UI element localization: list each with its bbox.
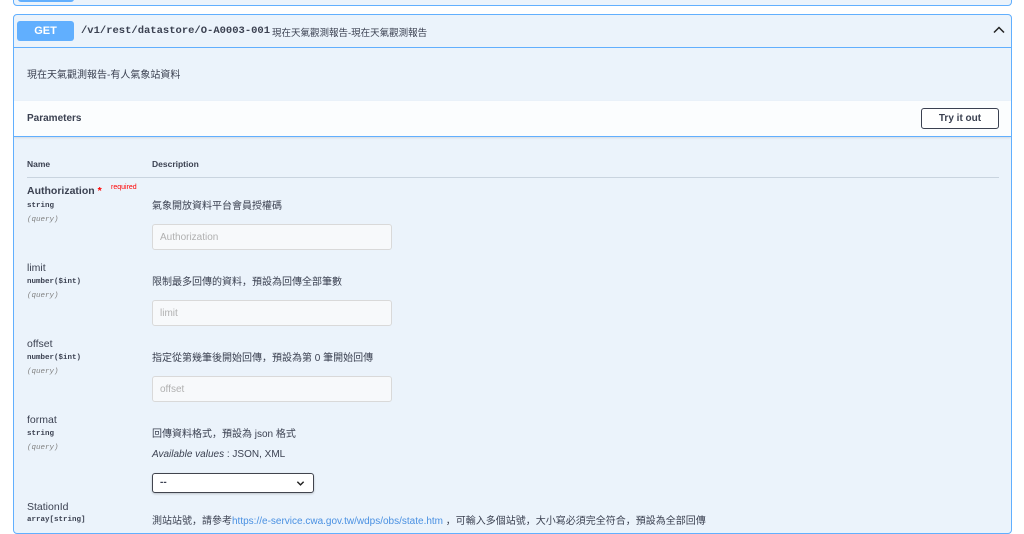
station-list-link[interactable]: https://e-service.cwa.gov.tw/wdps/obs/st…	[232, 516, 443, 527]
column-header-description: Description	[152, 159, 199, 169]
operation-block: GET /v1/rest/datastore/O-A0003-001 現在天氣觀…	[13, 14, 1012, 534]
offset-input[interactable]: offset	[152, 376, 392, 402]
column-header-name: Name	[27, 159, 51, 169]
format-select-value: --	[160, 477, 167, 488]
chevron-down-icon	[296, 481, 305, 486]
param-name-limit: limit	[27, 262, 46, 274]
operation-summary[interactable]: GET /v1/rest/datastore/O-A0003-001 現在天氣觀…	[14, 15, 1011, 48]
limit-input[interactable]: limit	[152, 300, 392, 326]
param-in-offset: (query)	[27, 368, 59, 376]
param-in-format: (query)	[27, 444, 59, 452]
operation-summary-text: 現在天氣觀測報告-現在天氣觀測報告	[272, 28, 428, 39]
param-desc-offset: 指定從第幾筆後開始回傳，預設為第 0 筆開始回傳	[152, 353, 374, 364]
param-type-format: string	[27, 430, 55, 438]
chevron-up-icon[interactable]	[991, 22, 1007, 38]
header-divider	[27, 177, 999, 178]
param-name-format: format	[27, 414, 57, 426]
param-type-limit: number($int)	[27, 278, 82, 286]
previous-operation-block[interactable]	[13, 0, 1012, 6]
param-type-authorization: string	[27, 202, 55, 210]
operation-path: /v1/rest/datastore/O-A0003-001	[81, 25, 271, 37]
parameters-header: Parameters Try it out	[14, 101, 1011, 137]
param-in-limit: (query)	[27, 292, 59, 300]
operation-description: 現在天氣觀測報告-有人氣象站資料	[27, 70, 181, 81]
required-label: required	[111, 184, 137, 191]
param-desc-stationid: 測站站號，請參考https://e-service.cwa.gov.tw/wdp…	[152, 516, 706, 527]
required-star: *	[97, 185, 102, 197]
param-desc-format: 回傳資料格式，預設為 json 格式	[152, 429, 296, 440]
param-desc-authorization: 氣象開放資料平台會員授權碼	[152, 201, 282, 212]
method-badge: GET	[17, 21, 74, 41]
param-desc-limit: 限制最多回傳的資料，預設為回傳全部筆數	[152, 277, 342, 288]
available-values: Available values : JSON, XML	[152, 449, 286, 460]
authorization-input[interactable]: Authorization	[152, 224, 392, 250]
param-name-stationid: StationId	[27, 501, 69, 513]
param-name-offset: offset	[27, 338, 53, 350]
parameters-title: Parameters	[27, 113, 82, 124]
param-name-authorization: Authorization *	[27, 185, 102, 197]
try-it-out-button[interactable]: Try it out	[921, 108, 999, 129]
previous-method-badge	[18, 0, 74, 2]
param-in-authorization: (query)	[27, 216, 59, 224]
format-select[interactable]: --	[152, 473, 314, 493]
param-type-offset: number($int)	[27, 354, 82, 362]
